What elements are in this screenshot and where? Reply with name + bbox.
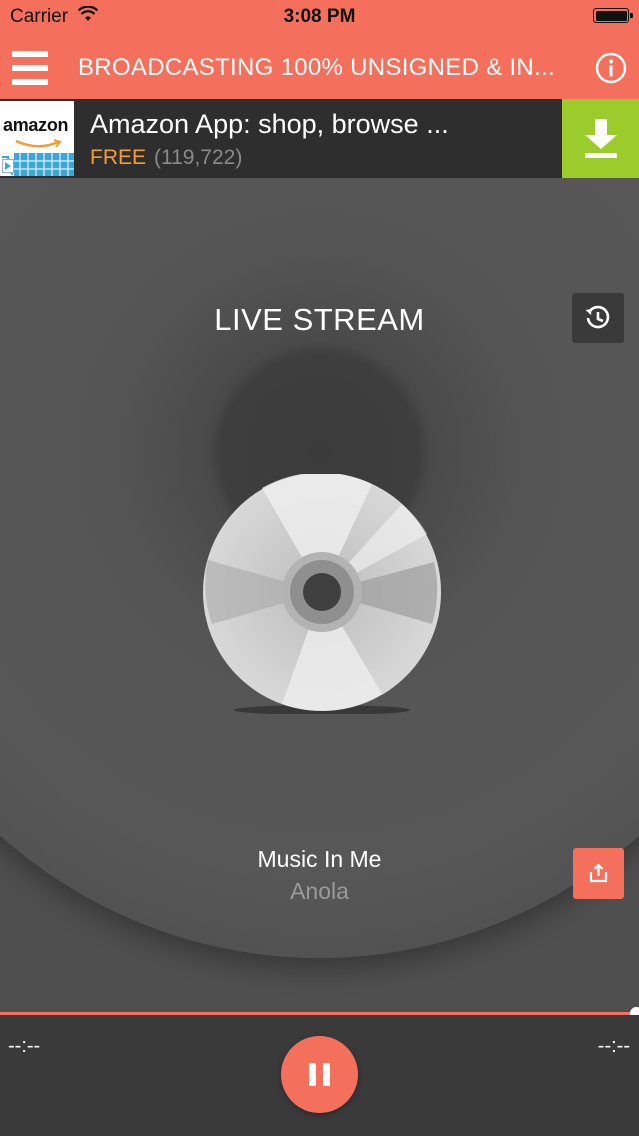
download-icon [585, 119, 617, 158]
player-area: LIVE STREAM Music In Me Anola [0, 178, 639, 1012]
share-button[interactable] [573, 848, 624, 899]
share-icon [589, 863, 608, 883]
clock: 3:08 PM [283, 6, 356, 27]
status-bar: Carrier 3:08 PM [0, 0, 639, 34]
ad-rating-count: (119,722) [154, 146, 243, 169]
song-title: Music In Me [257, 846, 382, 872]
ad-logo-text: amazon [3, 115, 69, 135]
pause-icon [309, 1063, 316, 1086]
info-icon[interactable] [595, 52, 627, 84]
amazon-smile-icon [15, 139, 62, 148]
playback-controls: --:-- --:-- [0, 1015, 639, 1136]
ad-download-button[interactable] [562, 99, 639, 178]
ad-price: FREE [90, 146, 147, 169]
hamburger-menu-icon[interactable] [12, 51, 48, 85]
remaining-time: --:-- [597, 1035, 630, 1057]
station-title: BROADCASTING 100% UNSIGNED & IN... [78, 54, 555, 81]
history-icon [585, 305, 610, 329]
ad-banner[interactable]: amazon Amazon App: shop, browse ... FREE… [0, 99, 639, 179]
cd-icon [203, 474, 441, 714]
nav-bar: BROADCASTING 100% UNSIGNED & IN... [0, 34, 639, 99]
pause-button[interactable] [281, 1036, 358, 1113]
history-button[interactable] [572, 293, 624, 343]
battery-icon [593, 8, 633, 23]
amazon-logo: amazon [0, 101, 74, 176]
stream-title: LIVE STREAM [214, 302, 425, 337]
elapsed-time: --:-- [8, 1035, 41, 1057]
pause-icon-bar [323, 1063, 330, 1086]
song-artist: Anola [290, 878, 349, 904]
ad-title[interactable]: Amazon App: shop, browse ... [90, 109, 449, 140]
ad-choices-icon[interactable] [2, 159, 14, 173]
